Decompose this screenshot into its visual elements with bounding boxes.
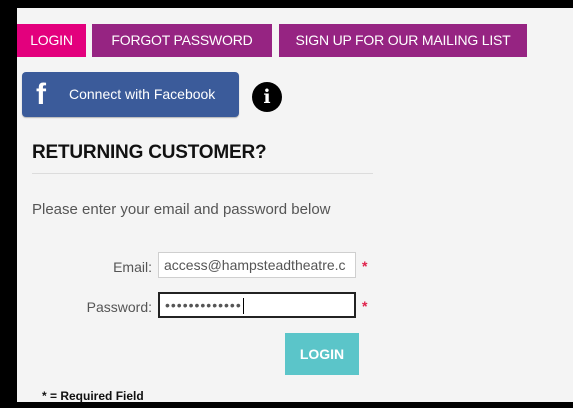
required-field-note: * = Required Field xyxy=(42,389,144,403)
tab-forgot-password[interactable]: FORGOT PASSWORD xyxy=(92,24,272,57)
password-field[interactable]: ••••••••••••• xyxy=(158,292,356,318)
text-caret xyxy=(242,298,244,315)
login-panel: LOGIN FORGOT PASSWORD SIGN UP FOR OUR MA… xyxy=(17,8,573,403)
password-label: Password: xyxy=(86,299,152,315)
section-intro: Please enter your email and password bel… xyxy=(32,201,331,218)
email-required-marker: * xyxy=(362,258,368,274)
connect-facebook-button[interactable]: f Connect with Facebook xyxy=(22,72,239,117)
facebook-icon: f xyxy=(36,78,46,111)
info-icon[interactable]: i xyxy=(252,82,282,112)
password-required-marker: * xyxy=(362,298,368,314)
tab-login[interactable]: LOGIN xyxy=(17,24,86,57)
tab-signup-mailing-list[interactable]: SIGN UP FOR OUR MAILING LIST xyxy=(279,24,527,57)
section-divider xyxy=(32,173,373,174)
login-button[interactable]: LOGIN xyxy=(285,333,359,375)
password-value: ••••••••••••• xyxy=(165,297,242,313)
section-title: RETURNING CUSTOMER? xyxy=(32,142,267,163)
connect-facebook-label: Connect with Facebook xyxy=(69,86,216,102)
email-field[interactable]: access@hampsteadtheatre.c xyxy=(158,252,356,278)
email-label: Email: xyxy=(113,259,152,275)
